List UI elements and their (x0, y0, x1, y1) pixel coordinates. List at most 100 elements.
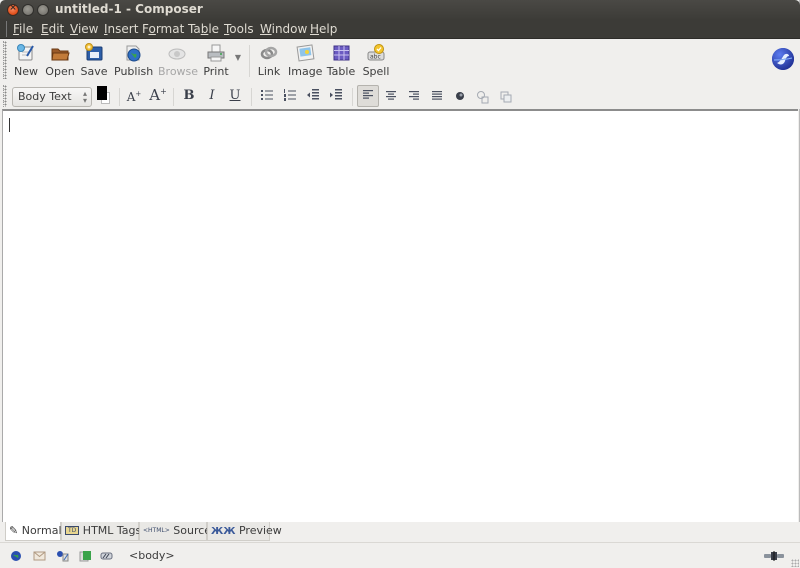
layer-icon (500, 91, 512, 103)
printer-icon (206, 43, 226, 63)
menu-edit[interactable]: Edit (41, 22, 64, 36)
window-resize-grip[interactable] (791, 559, 799, 567)
menu-help[interactable]: Help (310, 22, 337, 36)
composer-window: × untitled-1 - Composer File Edit View I… (0, 0, 800, 568)
status-bar: <body> (0, 542, 800, 568)
publish-globe-icon (123, 43, 143, 63)
paragraph-style-select[interactable]: Body Text ▴ ▾ (12, 87, 92, 107)
link-button[interactable]: Link (256, 43, 282, 81)
edit-mode-tabs: ✎ Normal TD HTML Tags <HTML> Source ЖЖ P… (0, 522, 800, 542)
composer-icon[interactable] (79, 550, 91, 562)
table-button-label: Table (326, 65, 356, 78)
minimize-window-button[interactable] (22, 4, 34, 16)
bold-button[interactable]: B (180, 88, 198, 106)
composition-toolbar: New Open Save Publish Browse Print ▼ Lin… (0, 39, 800, 83)
outdent-button[interactable] (304, 88, 322, 106)
smaller-font-button[interactable]: A+ (125, 90, 143, 108)
toolbar-separator (249, 45, 250, 77)
positioning-icon (477, 91, 489, 104)
close-window-button[interactable]: × (7, 3, 19, 16)
underline-button[interactable]: U (226, 88, 244, 106)
image-button[interactable]: Image (288, 43, 322, 81)
table-icon (331, 43, 351, 63)
foreground-color-swatch[interactable] (97, 86, 107, 100)
menu-bar: File Edit View Insert Format Table Tools… (0, 19, 800, 39)
document-editor[interactable] (2, 109, 798, 522)
tab-html-tags[interactable]: TD HTML Tags (61, 522, 142, 541)
numbered-list-icon (284, 89, 296, 101)
outdent-icon (307, 89, 319, 100)
chat-icon[interactable] (100, 550, 113, 562)
browse-button-label: Browse (158, 65, 199, 78)
menu-view[interactable]: View (70, 22, 98, 36)
text-color-picker[interactable] (97, 86, 111, 106)
indent-icon (330, 89, 342, 100)
menu-file[interactable]: File (13, 22, 33, 36)
format-toolbar: Body Text ▴ ▾ A+ A+ B I U (0, 83, 800, 109)
justify-button[interactable] (429, 88, 445, 106)
address-book-icon[interactable] (56, 550, 69, 562)
bulleted-list-button[interactable] (258, 88, 276, 106)
table-button[interactable]: Table (326, 43, 356, 81)
underline-icon: U (229, 88, 241, 103)
window-title: untitled-1 - Composer (55, 2, 203, 16)
navigator-globe-icon[interactable] (10, 550, 22, 562)
toolbar-separator (352, 88, 353, 106)
format-toolbar-grip-handle[interactable] (3, 85, 7, 107)
publish-button-label: Publish (114, 65, 154, 78)
larger-font-button[interactable]: A+ (148, 86, 168, 104)
browse-button[interactable]: Browse (158, 43, 199, 81)
preview-icon: ЖЖ (211, 526, 236, 537)
toolbar-separator (173, 88, 174, 106)
new-document-icon (16, 43, 36, 63)
larger-font-icon: A+ (149, 86, 167, 104)
anchor-icon (456, 92, 464, 100)
menu-window[interactable]: Window (260, 22, 307, 36)
menu-insert[interactable]: Insert (104, 22, 138, 36)
menu-tools[interactable]: Tools (224, 22, 254, 36)
layer-button[interactable] (498, 88, 514, 106)
td-tag-icon: TD (65, 526, 80, 535)
tab-source[interactable]: <HTML> Source (139, 522, 211, 541)
smaller-font-icon: A+ (126, 90, 142, 104)
publish-button[interactable]: Publish (114, 43, 154, 81)
align-right-button[interactable] (406, 88, 422, 106)
justify-icon (432, 91, 442, 100)
anchor-button[interactable] (452, 88, 468, 106)
tab-source-label: Source (173, 524, 212, 537)
bulleted-list-icon (261, 90, 273, 100)
open-button[interactable]: Open (45, 43, 75, 81)
spell-button[interactable]: abc Spell (361, 43, 391, 81)
align-center-button[interactable] (383, 88, 399, 106)
new-button[interactable]: New (12, 43, 40, 81)
menubar-grip-handle[interactable] (6, 21, 10, 37)
online-plug-icon[interactable] (764, 551, 784, 561)
numbered-list-button[interactable] (281, 88, 299, 106)
toolbar-separator (119, 88, 120, 106)
tab-preview[interactable]: ЖЖ Preview (207, 522, 282, 541)
italic-button[interactable]: I (203, 88, 221, 106)
maximize-window-button[interactable] (37, 4, 49, 16)
folder-icon (50, 43, 70, 63)
positioning-button[interactable] (475, 88, 491, 106)
tab-preview-label: Preview (238, 524, 282, 537)
mail-icon[interactable] (33, 550, 46, 562)
indent-button[interactable] (327, 88, 345, 106)
spellcheck-icon: abc (366, 43, 386, 63)
new-button-label: New (14, 65, 38, 78)
align-left-button[interactable] (357, 85, 379, 107)
menu-table[interactable]: Table (188, 22, 219, 36)
toolbar-grip-handle[interactable] (3, 41, 7, 79)
seamonkey-logo-icon[interactable] (771, 47, 795, 71)
image-icon (295, 43, 315, 63)
title-bar: × untitled-1 - Composer (0, 0, 800, 19)
save-button[interactable]: Save (80, 43, 108, 81)
print-button[interactable]: Print (203, 43, 229, 81)
tab-html-tags-label: HTML Tags (82, 524, 142, 537)
tab-normal-label: Normal (21, 524, 62, 537)
link-button-label: Link (257, 65, 281, 78)
menu-format[interactable]: Format (142, 22, 184, 36)
tag-path-body[interactable]: <body> (129, 549, 175, 562)
tab-normal[interactable]: ✎ Normal (5, 522, 62, 541)
spinner-arrows-icon: ▴ ▾ (82, 89, 87, 105)
